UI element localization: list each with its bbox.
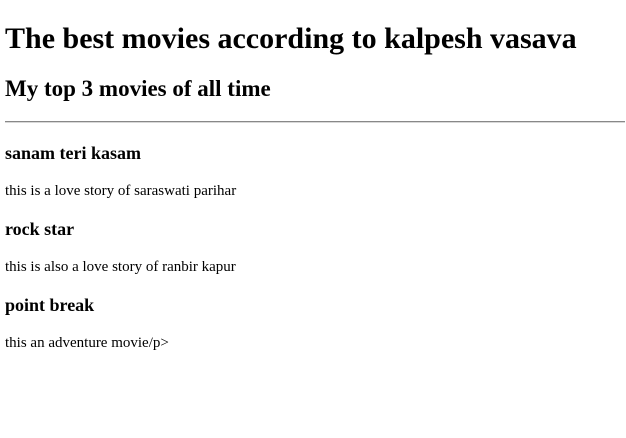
movie-description: this is also a love story of ranbir kapu…: [5, 259, 236, 275]
movie-item: point break this an adventure movie/p>: [5, 295, 621, 352]
movie-description: this an adventure movie/p>: [5, 335, 169, 351]
movie-title: rock star: [5, 219, 75, 239]
page-subtitle: My top 3 movies of all time: [5, 76, 271, 101]
movie-title: sanam teri kasam: [5, 143, 141, 163]
divider: [5, 121, 625, 123]
page-title: The best movies according to kalpesh vas…: [5, 22, 577, 55]
movie-item: rock star this is also a love story of r…: [5, 219, 621, 276]
movie-description: this is a love story of saraswati pariha…: [5, 183, 237, 199]
movie-item: sanam teri kasam this is a love story of…: [5, 143, 621, 200]
page-content: The best movies according to kalpesh vas…: [0, 0, 625, 352]
movie-title: point break: [5, 295, 95, 315]
